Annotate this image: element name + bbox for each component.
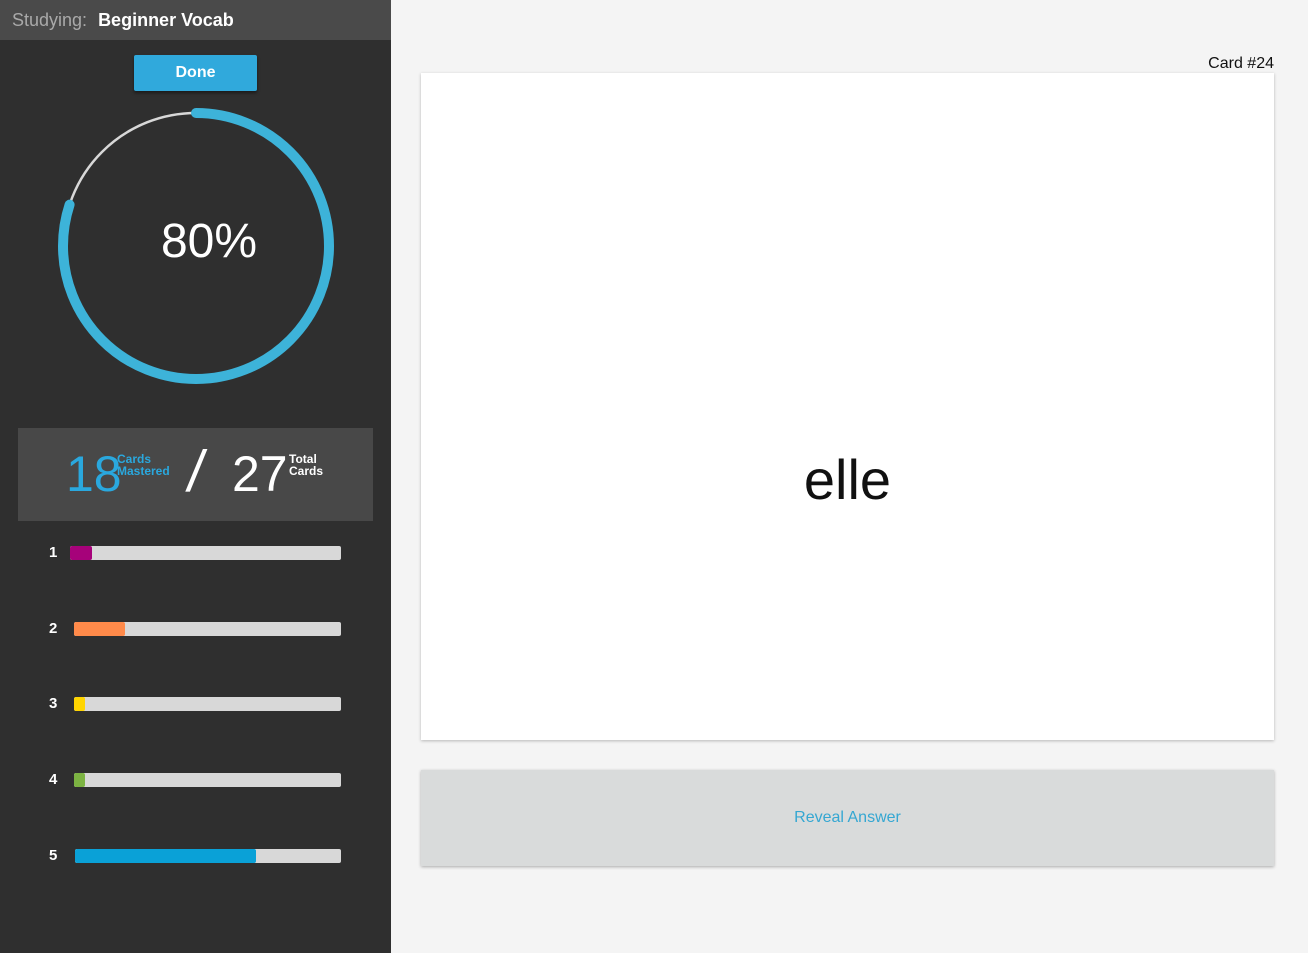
done-button[interactable]: Done [134, 55, 257, 91]
level-fill [74, 697, 85, 711]
level-row-5: 5 [0, 846, 391, 866]
mastered-count: 18 [66, 446, 122, 502]
level-row-4: 4 [0, 770, 391, 790]
level-label: 5 [49, 847, 58, 864]
level-row-2: 2 [0, 619, 391, 639]
level-row-1: 1 [0, 543, 391, 563]
level-label: 2 [49, 620, 58, 637]
level-track [74, 622, 341, 636]
mastered-label-line2: Mastered [117, 464, 170, 478]
level-label: 1 [49, 544, 58, 561]
card-word: elle [803, 448, 892, 511]
level-track [70, 546, 341, 560]
level-row-3: 3 [0, 694, 391, 714]
studying-label: Studying: [12, 9, 88, 30]
app: Studying: Beginner Vocab Done 80% 18 Car… [0, 0, 1308, 953]
level-track [74, 697, 341, 711]
sidebar: Studying: Beginner Vocab Done 80% 18 Car… [0, 0, 391, 953]
total-label-line2: Cards [289, 464, 324, 478]
flashcard[interactable]: elle [421, 73, 1274, 740]
level-fill [70, 546, 92, 560]
level-fill [74, 622, 125, 636]
deck-name: Beginner Vocab [98, 9, 234, 30]
level-fill [74, 773, 85, 787]
level-track [74, 773, 341, 787]
level-label: 4 [49, 771, 58, 788]
progress-percent: 80% [160, 215, 258, 268]
mastery-separator: / [183, 439, 209, 504]
level-fill [75, 849, 256, 863]
study-header: Studying: Beginner Vocab [0, 0, 391, 40]
mastery-panel: 18 Cards Mastered / 27 Total Cards [18, 428, 373, 521]
total-count: 27 [232, 446, 288, 502]
card-number: Card #24 [1208, 55, 1274, 72]
level-track [75, 849, 341, 863]
level-label: 3 [49, 695, 58, 712]
reveal-answer-button[interactable]: Reveal Answer [421, 770, 1274, 866]
